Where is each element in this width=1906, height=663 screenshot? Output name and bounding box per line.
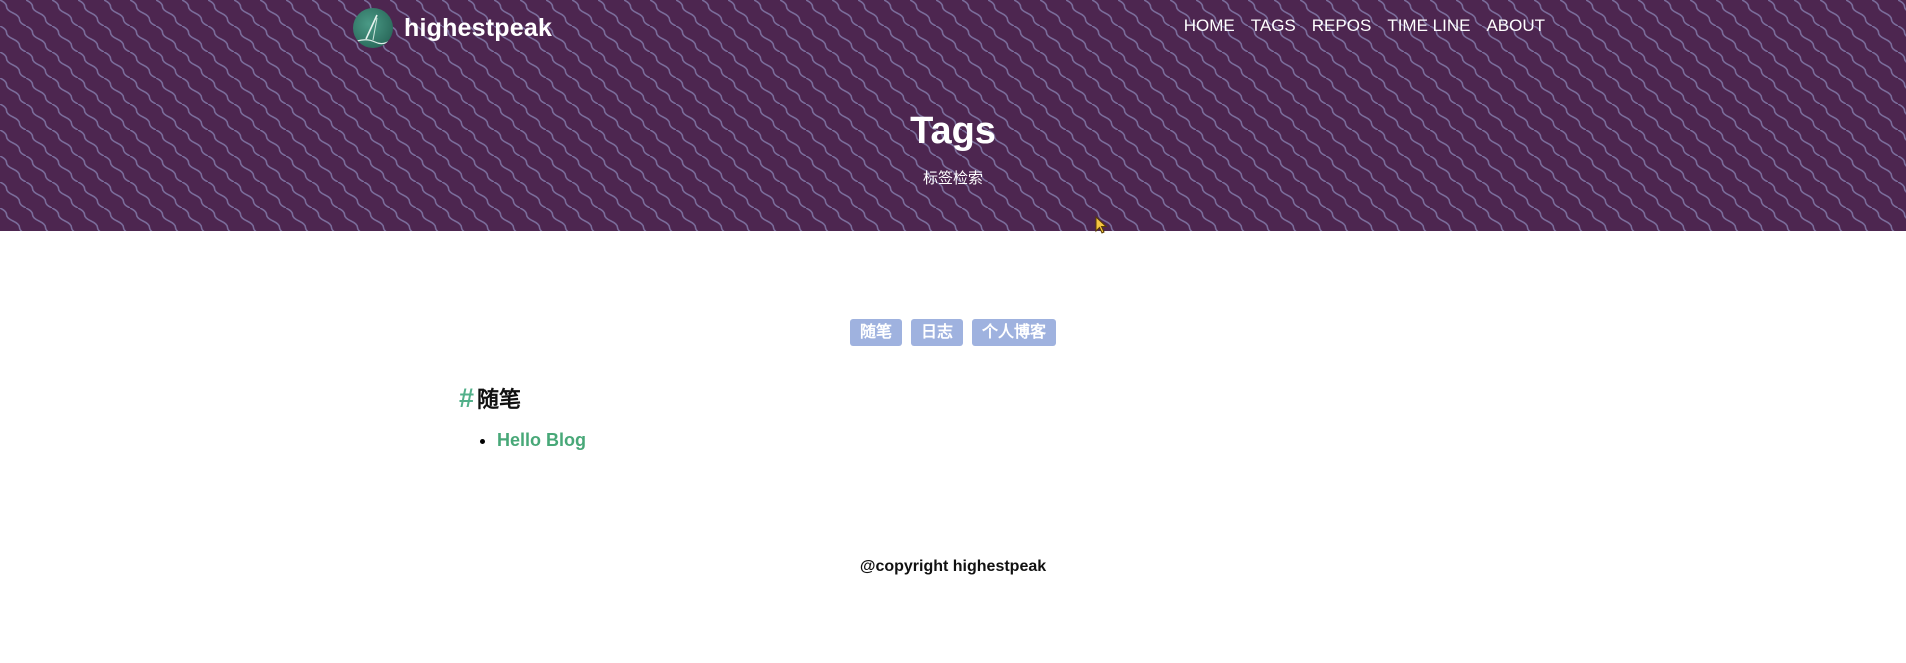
- nav-about[interactable]: ABOUT: [1486, 16, 1545, 36]
- mouse-cursor-icon: [1095, 215, 1109, 241]
- tag-section-heading: # 随笔: [459, 382, 586, 414]
- tag-button-suibi[interactable]: 随笔: [849, 319, 902, 346]
- tag-section-title: 随笔: [477, 387, 522, 412]
- post-list: Hello Blog: [459, 430, 586, 451]
- tag-section: # 随笔 Hello Blog: [459, 382, 586, 451]
- site-brand[interactable]: highestpeak: [404, 14, 552, 43]
- site-logo[interactable]: highestpeak: [353, 8, 552, 48]
- nav-repos[interactable]: REPOS: [1312, 16, 1372, 36]
- tag-button-rizhi[interactable]: 日志: [910, 319, 963, 346]
- tag-cloud: 随笔 日志 个人博客: [0, 319, 1906, 346]
- main-nav: HOME TAGS REPOS TIME LINE ABOUT: [1168, 16, 1545, 36]
- hero-header: highestpeak HOME TAGS REPOS TIME LINE AB…: [0, 0, 1906, 231]
- tag-button-personal-blog[interactable]: 个人博客: [972, 319, 1057, 346]
- list-item: Hello Blog: [497, 430, 586, 451]
- nav-timeline[interactable]: TIME LINE: [1387, 16, 1470, 36]
- page-subtitle: 标签检索: [922, 170, 983, 187]
- avatar[interactable]: [353, 8, 393, 48]
- footer-copyright: @copyright highestpeak: [859, 558, 1047, 575]
- hash-icon: #: [459, 383, 475, 413]
- post-link-hello-blog[interactable]: Hello Blog: [497, 430, 586, 450]
- nav-home[interactable]: HOME: [1184, 16, 1235, 36]
- nav-tags[interactable]: TAGS: [1251, 16, 1296, 36]
- page-title: Tags: [910, 110, 996, 152]
